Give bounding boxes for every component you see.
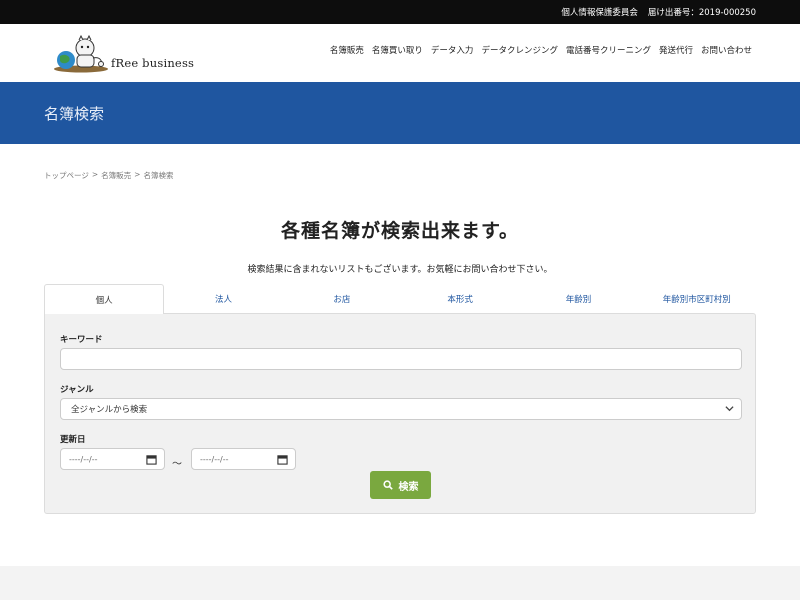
nav-item-data-entry[interactable]: データ入力	[431, 44, 474, 56]
breadcrumb-separator: >	[134, 170, 141, 179]
breadcrumb-separator: >	[91, 170, 99, 179]
update-date-label: 更新日	[60, 435, 86, 445]
search-subheading: 検索結果に含まれないリストもございます。お気軽にお問い合わせ下さい。	[247, 265, 553, 275]
genre-selected-value: 全ジャンルから検索	[71, 405, 148, 415]
page-banner: 名簿検索	[0, 82, 800, 144]
top-info-bar: 個人情報保護委員会 届け出番号：2019-000250	[0, 0, 800, 24]
date-to-input[interactable]: ----/--/--	[191, 448, 296, 470]
page-title: 名簿検索	[44, 105, 105, 123]
logo-text: fRee business	[111, 56, 195, 70]
tab-individual[interactable]: 個人	[44, 284, 165, 314]
site-header: fRee business 名簿販売 名簿買い取り データ入力 データクレンジン…	[0, 24, 800, 82]
main-nav: 名簿販売 名簿買い取り データ入力 データクレンジング 電話番号クリーニング 発…	[330, 44, 752, 56]
footer-band	[0, 566, 800, 600]
nav-item-contact[interactable]: お問い合わせ	[701, 44, 752, 56]
tab-by-age-municipality[interactable]: 年齢別市区町村別	[638, 284, 756, 314]
calendar-icon[interactable]	[146, 454, 157, 467]
genre-select[interactable]: 全ジャンルから検索	[60, 398, 742, 420]
tab-book-format[interactable]: 本形式	[401, 284, 519, 314]
tab-corporate[interactable]: 法人	[164, 284, 282, 314]
nav-item-list-sales[interactable]: 名簿販売	[330, 44, 364, 56]
breadcrumb-list-sales[interactable]: 名簿販売	[101, 170, 131, 181]
nav-item-data-cleansing[interactable]: データクレンジング	[481, 44, 558, 56]
nav-item-shipping[interactable]: 発送代行	[659, 44, 693, 56]
search-icon	[382, 480, 393, 490]
search-button[interactable]: 検索	[370, 471, 431, 499]
logo-mascot-icon	[54, 34, 108, 73]
date-from-input[interactable]: ----/--/--	[60, 448, 165, 470]
breadcrumb: トップページ > 名簿販売 > 名簿検索	[44, 170, 173, 181]
site-logo[interactable]: fRee business	[52, 34, 202, 74]
genre-label: ジャンル	[60, 385, 94, 395]
search-heading: 各種名簿が検索出来ます。	[280, 220, 520, 242]
search-button-label: 検索	[398, 481, 419, 493]
keyword-label: キーワード	[60, 335, 103, 345]
date-from-placeholder: ----/--/--	[69, 454, 98, 464]
search-form-panel: キーワード ジャンル 全ジャンルから検索 更新日 ----/--/-- 〜 --…	[44, 313, 756, 514]
tab-by-age[interactable]: 年齢別	[519, 284, 637, 314]
breadcrumb-home[interactable]: トップページ	[44, 170, 89, 181]
keyword-input[interactable]	[60, 348, 742, 370]
org-name: 個人情報保護委員会	[561, 8, 638, 18]
tab-shop[interactable]: お店	[283, 284, 401, 314]
calendar-icon[interactable]	[277, 454, 288, 467]
date-to-placeholder: ----/--/--	[200, 454, 229, 464]
chevron-down-icon	[725, 404, 734, 416]
nav-item-phone-cleaning[interactable]: 電話番号クリーニング	[566, 44, 651, 56]
date-range-separator: 〜	[172, 459, 182, 470]
nav-item-list-purchase[interactable]: 名簿買い取り	[372, 44, 423, 56]
category-tabs: 個人 法人 お店 本形式 年齢別 年齢別市区町村別	[44, 284, 756, 314]
breadcrumb-current: 名簿検索	[143, 171, 174, 180]
registration-number: 届け出番号：2019-000250	[647, 8, 756, 18]
